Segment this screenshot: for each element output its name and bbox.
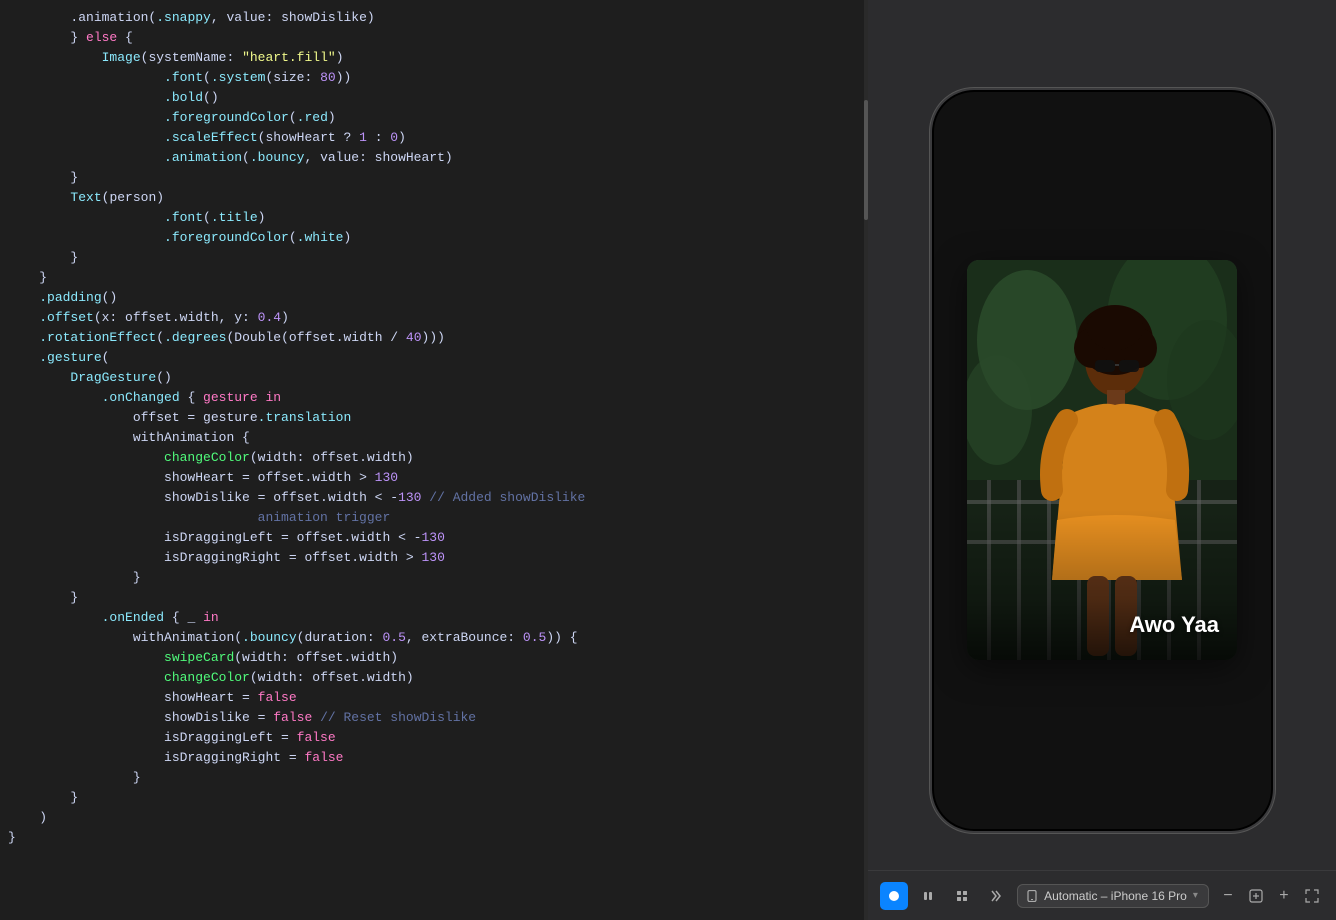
code-line: .gesture( [8, 348, 868, 368]
code-line: .animation(.bouncy, value: showHeart) [8, 148, 868, 168]
preview-panel: Awo Yaa [868, 0, 1336, 920]
card-image: Awo Yaa [967, 260, 1237, 660]
code-line: } [8, 588, 868, 608]
iphone-frame: Awo Yaa [930, 88, 1275, 833]
code-line: .animation(.snappy, value: showDislike) [8, 8, 868, 28]
code-line: Text(person) [8, 188, 868, 208]
zoom-fit-icon [1305, 889, 1319, 903]
code-line: .offset(x: offset.width, y: 0.4) [8, 308, 868, 328]
pause-button[interactable] [914, 882, 942, 910]
code-line: } [8, 168, 868, 188]
code-line: .onEnded { _ in [8, 608, 868, 628]
grid-button[interactable] [948, 882, 976, 910]
bottom-toolbar: Automatic – iPhone 16 Pro ▾ − + [868, 870, 1336, 920]
code-content: .animation(.snappy, value: showDislike) … [8, 0, 868, 856]
code-line: .foregroundColor(.red) [8, 108, 868, 128]
iphone-icon [1026, 890, 1038, 902]
code-line: .font(.title) [8, 208, 868, 228]
zoom-reset-icon [1249, 889, 1263, 903]
code-line: changeColor(width: offset.width) [8, 448, 868, 468]
code-line: isDraggingRight = offset.width > 130 [8, 548, 868, 568]
code-line: animation trigger [8, 508, 868, 528]
code-line: ) [8, 808, 868, 828]
code-line: showDislike = offset.width < -130 // Add… [8, 488, 868, 508]
run-button[interactable] [880, 882, 908, 910]
code-line: withAnimation(.bouncy(duration: 0.5, ext… [8, 628, 868, 648]
code-line: offset = gesture.translation [8, 408, 868, 428]
code-line: swipeCard(width: offset.width) [8, 648, 868, 668]
code-line: .foregroundColor(.white) [8, 228, 868, 248]
code-line: .font(.system(size: 80)) [8, 68, 868, 88]
code-editor: .animation(.snappy, value: showDislike) … [0, 0, 868, 920]
code-line: isDraggingLeft = offset.width < -130 [8, 528, 868, 548]
code-line: Image(systemName: "heart.fill") [8, 48, 868, 68]
code-line: .bold() [8, 88, 868, 108]
device-selector[interactable]: Automatic – iPhone 16 Pro ▾ [1017, 884, 1209, 908]
code-line: .scaleEffect(showHeart ? 1 : 0) [8, 128, 868, 148]
code-line: withAnimation { [8, 428, 868, 448]
code-line: } else { [8, 28, 868, 48]
card-preview: Awo Yaa [967, 260, 1237, 660]
inspect-button[interactable] [982, 882, 1010, 910]
zoom-minus-button[interactable]: − [1216, 884, 1240, 908]
toolbar-right-icons: − + [1216, 884, 1324, 908]
code-line: isDraggingLeft = false [8, 728, 868, 748]
code-line: .rotationEffect(.degrees(Double(offset.w… [8, 328, 868, 348]
code-line: } [8, 248, 868, 268]
code-line: } [8, 768, 868, 788]
code-line: DragGesture() [8, 368, 868, 388]
code-line: } [8, 568, 868, 588]
code-line: showDislike = false // Reset showDislike [8, 708, 868, 728]
chevron-down-icon: ▾ [1193, 890, 1198, 901]
code-line: showHeart = false [8, 688, 868, 708]
zoom-plus-button[interactable]: + [1272, 884, 1296, 908]
zoom-fit-button[interactable] [1300, 884, 1324, 908]
code-line: .padding() [8, 288, 868, 308]
code-line: } [8, 788, 868, 808]
toolbar-left-icons [880, 882, 1010, 910]
code-line: .onChanged { gesture in [8, 388, 868, 408]
card-person-name: Awo Yaa [1129, 612, 1219, 638]
device-label: Automatic – iPhone 16 Pro [1044, 889, 1187, 903]
code-line: isDraggingRight = false [8, 748, 868, 768]
code-line: } [8, 268, 868, 288]
code-line: showHeart = offset.width > 130 [8, 468, 868, 488]
toolbar-center[interactable]: Automatic – iPhone 16 Pro ▾ [1017, 884, 1209, 908]
zoom-reset-button[interactable] [1244, 884, 1268, 908]
code-line: } [8, 828, 868, 848]
code-line: changeColor(width: offset.width) [8, 668, 868, 688]
